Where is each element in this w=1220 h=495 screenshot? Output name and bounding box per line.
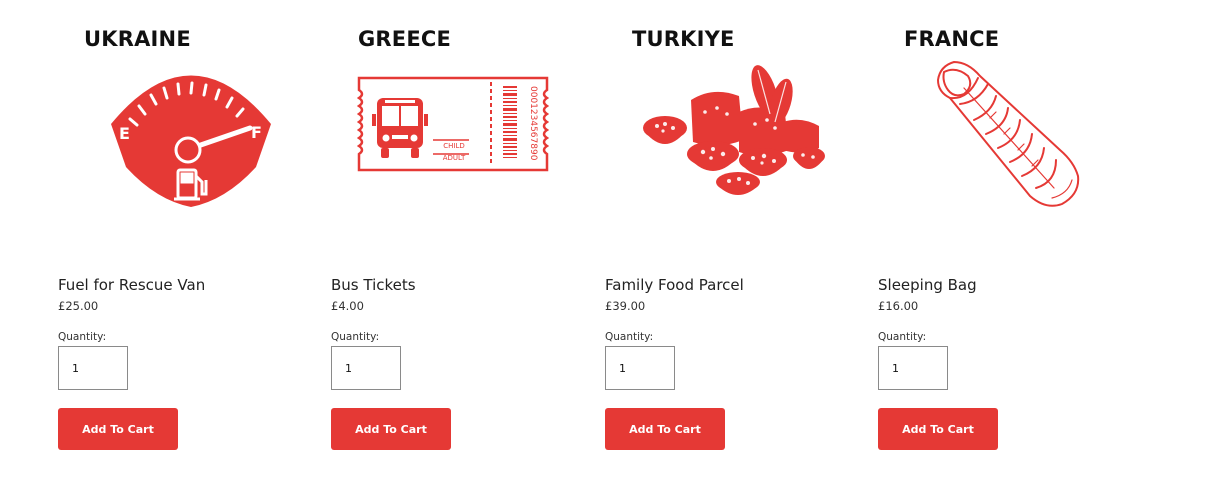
bus-ticket-icon: CHILD ADULT 0001234567890 — [357, 76, 549, 172]
quantity-label: Quantity: — [58, 331, 107, 343]
product-card-fuel: UKRAINE E F Fuel for Rescue Van £25.00 Q… — [58, 0, 318, 495]
add-to-cart-button[interactable]: Add To Cart — [878, 408, 998, 450]
sleeping-bag-icon — [934, 58, 1084, 212]
quantity-input[interactable] — [878, 346, 948, 390]
product-price: £16.00 — [878, 299, 919, 313]
quantity-label: Quantity: — [878, 331, 927, 343]
product-name: Family Food Parcel — [605, 276, 744, 294]
product-price: £39.00 — [605, 299, 646, 313]
product-price: £25.00 — [58, 299, 99, 313]
product-card-bus: GREECE CHILD ADULT 0001234567890 Bus Tic… — [331, 0, 591, 495]
ticket-serial-number: 0001234567890 — [528, 86, 538, 161]
add-to-cart-button[interactable]: Add To Cart — [58, 408, 178, 450]
country-heading: UKRAINE — [84, 27, 191, 51]
quantity-label: Quantity: — [605, 331, 654, 343]
quantity-label: Quantity: — [331, 331, 380, 343]
fuel-gauge-icon: E F — [106, 52, 276, 212]
product-price: £4.00 — [331, 299, 364, 313]
ticket-child-label: CHILD — [443, 142, 465, 150]
country-heading: GREECE — [358, 27, 452, 51]
country-heading: FRANCE — [904, 27, 1000, 51]
add-to-cart-button[interactable]: Add To Cart — [331, 408, 451, 450]
quantity-input[interactable] — [331, 346, 401, 390]
country-heading: TURKIYE — [632, 27, 735, 51]
quantity-input[interactable] — [58, 346, 128, 390]
quantity-input[interactable] — [605, 346, 675, 390]
product-name: Fuel for Rescue Van — [58, 276, 206, 294]
product-card-sleeping-bag: FRANCE Sleeping Bag £16.00 Quantity: Add… — [878, 0, 1138, 495]
product-card-food: TURKIYE Family Food Parcel £39.00 Quanti… — [605, 0, 865, 495]
product-name: Bus Tickets — [331, 276, 416, 294]
gauge-full-label: F — [251, 123, 262, 142]
ticket-adult-label: ADULT — [443, 154, 466, 162]
product-name: Sleeping Bag — [878, 276, 977, 294]
add-to-cart-button[interactable]: Add To Cart — [605, 408, 725, 450]
gauge-empty-label: E — [119, 124, 130, 143]
food-parcel-icon — [643, 62, 833, 202]
